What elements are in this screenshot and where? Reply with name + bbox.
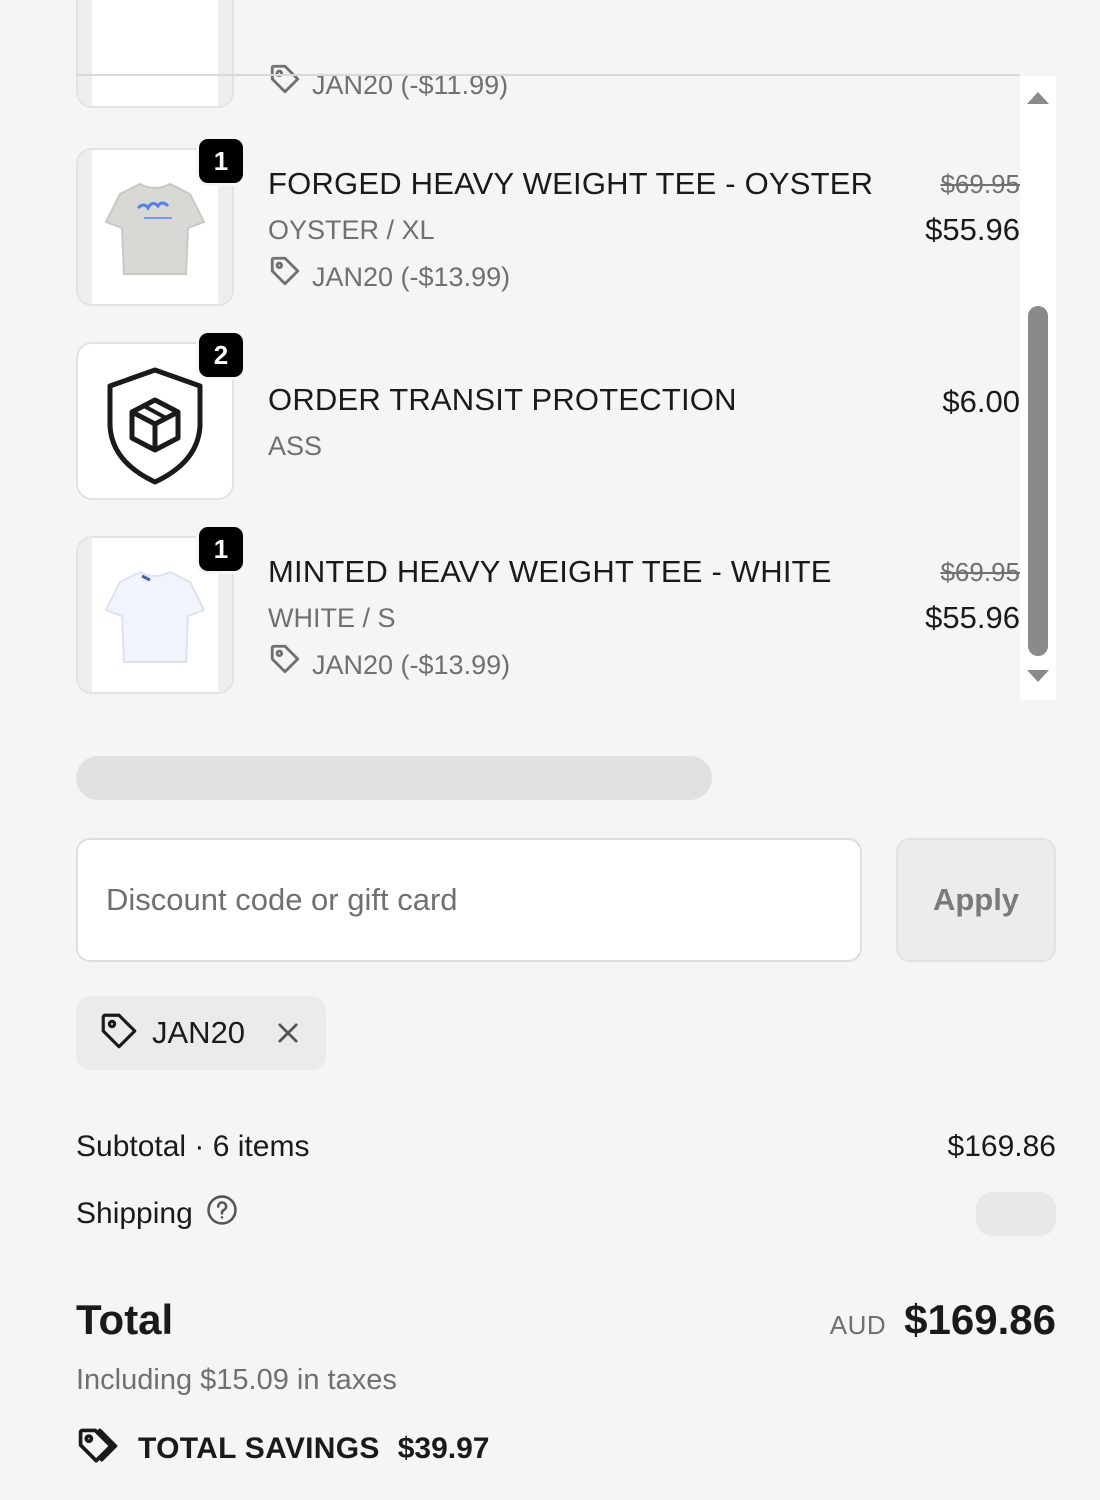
quantity-badge: 1 bbox=[196, 524, 246, 574]
total-savings-label: TOTAL SAVINGS bbox=[138, 1431, 380, 1465]
line-item: 2 ORDER TRANSIT PROTECTION ASS $6.00 bbox=[76, 330, 1020, 502]
line-items-list[interactable]: JAN20 (-$11.99) 1 FORGED HEAVY WEIGHT TE… bbox=[0, 0, 1060, 700]
list-top-divider bbox=[76, 74, 1020, 76]
subtotal-value: $169.86 bbox=[947, 1130, 1056, 1163]
total-savings-row: TOTAL SAVINGS $39.97 bbox=[76, 1424, 489, 1473]
line-item-discount: JAN20 (-$13.99) bbox=[268, 254, 888, 300]
tag-icon bbox=[268, 254, 302, 300]
scrollbar[interactable] bbox=[1020, 76, 1056, 700]
total-label: Total bbox=[76, 1296, 174, 1343]
scroll-up-arrow-icon[interactable] bbox=[1027, 92, 1049, 104]
currency-code: AUD bbox=[829, 1310, 887, 1340]
line-item-name: FORGED HEAVY WEIGHT TEE - OYSTER bbox=[268, 166, 874, 201]
line-item: 1 FORGED HEAVY WEIGHT TEE - OYSTER OYSTE… bbox=[76, 136, 1020, 308]
line-item: JAN20 (-$11.99) bbox=[76, 0, 1020, 110]
tax-note: Including $15.09 in taxes bbox=[76, 1364, 397, 1396]
shipping-label: Shipping bbox=[76, 1197, 193, 1230]
scroll-down-arrow-icon[interactable] bbox=[1027, 670, 1049, 682]
question-circle-icon[interactable] bbox=[205, 1193, 239, 1235]
final-price: $6.00 bbox=[942, 384, 1020, 419]
shipping-value-skeleton bbox=[976, 1192, 1056, 1236]
tag-icon bbox=[268, 62, 302, 108]
quantity-badge: 1 bbox=[196, 136, 246, 186]
double-tag-icon bbox=[76, 1424, 120, 1473]
line-item-variant: ASS bbox=[268, 431, 323, 461]
line-item-variant: OYSTER / XL bbox=[268, 215, 435, 245]
original-price: $69.95 bbox=[940, 169, 1020, 199]
quantity-badge: 2 bbox=[196, 330, 246, 380]
discount-code-input[interactable] bbox=[76, 838, 862, 962]
line-item: 1 MINTED HEAVY WEIGHT TEE - WHITE WHITE … bbox=[76, 524, 1020, 696]
applied-code-label: JAN20 bbox=[152, 1015, 246, 1050]
line-item-name: MINTED HEAVY WEIGHT TEE - WHITE bbox=[268, 554, 832, 589]
subtotal-row: Subtotal · 6 items $169.86 bbox=[76, 1124, 1056, 1170]
tag-icon bbox=[98, 1010, 140, 1057]
total-savings-value: $39.97 bbox=[397, 1431, 490, 1465]
total-row: Total AUD $169.86 bbox=[76, 1290, 1056, 1350]
line-item-name: ORDER TRANSIT PROTECTION bbox=[268, 382, 737, 417]
line-item-discount: JAN20 (-$11.99) bbox=[268, 62, 888, 108]
close-icon[interactable] bbox=[271, 1016, 305, 1050]
loading-skeleton bbox=[76, 756, 712, 800]
final-price: $55.96 bbox=[925, 600, 1020, 635]
scrollbar-thumb[interactable] bbox=[1028, 306, 1048, 656]
total-value: $169.86 bbox=[904, 1296, 1056, 1343]
product-thumbnail bbox=[76, 0, 234, 108]
shipping-row: Shipping bbox=[76, 1190, 1056, 1238]
applied-discount-chip: JAN20 bbox=[76, 996, 326, 1070]
original-price: $69.95 bbox=[940, 557, 1020, 587]
final-price: $55.96 bbox=[925, 212, 1020, 247]
tag-icon bbox=[268, 642, 302, 688]
apply-button[interactable]: Apply bbox=[896, 838, 1056, 962]
line-item-discount: JAN20 (-$13.99) bbox=[268, 642, 888, 688]
line-item-variant: WHITE / S bbox=[268, 603, 396, 633]
subtotal-label: Subtotal · 6 items bbox=[76, 1130, 310, 1163]
